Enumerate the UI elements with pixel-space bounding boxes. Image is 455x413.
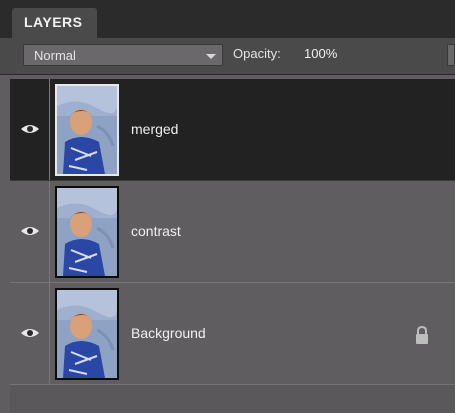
opacity-slider-button[interactable] <box>447 44 455 66</box>
blend-mode-dropdown[interactable]: Normal <box>23 44 223 66</box>
layers-panel: LAYERS Normal Opacity: 100% merged contr… <box>0 0 455 413</box>
lock-icon <box>416 325 428 344</box>
chevron-down-icon <box>206 54 216 59</box>
opacity-input[interactable]: 100% <box>304 46 337 61</box>
opacity-label: Opacity: <box>233 46 281 61</box>
blend-mode-value: Normal <box>34 48 76 63</box>
tab-layers[interactable]: LAYERS <box>12 8 97 38</box>
layer-row-merged[interactable]: merged <box>10 79 455 181</box>
layer-name: merged <box>131 121 179 137</box>
layer-thumbnail <box>55 84 119 176</box>
layer-thumbnail <box>55 288 119 380</box>
panel-tab-bar: LAYERS <box>0 0 455 39</box>
eye-icon <box>21 329 39 337</box>
visibility-toggle[interactable] <box>10 79 50 180</box>
layer-list-empty-area <box>10 385 455 413</box>
visibility-toggle[interactable] <box>10 181 50 282</box>
layer-row-background[interactable]: Background <box>10 283 455 385</box>
layer-options-bar: Normal Opacity: 100% <box>0 38 455 75</box>
eye-icon <box>21 227 39 235</box>
layer-name: Background <box>131 325 206 341</box>
layer-row-contrast[interactable]: contrast <box>10 181 455 283</box>
layer-thumbnail <box>55 186 119 278</box>
visibility-toggle[interactable] <box>10 283 50 384</box>
tab-layers-label: LAYERS <box>24 14 83 30</box>
eye-icon <box>21 125 39 133</box>
layer-list: merged contrast Background <box>10 79 455 389</box>
layer-name: contrast <box>131 223 181 239</box>
